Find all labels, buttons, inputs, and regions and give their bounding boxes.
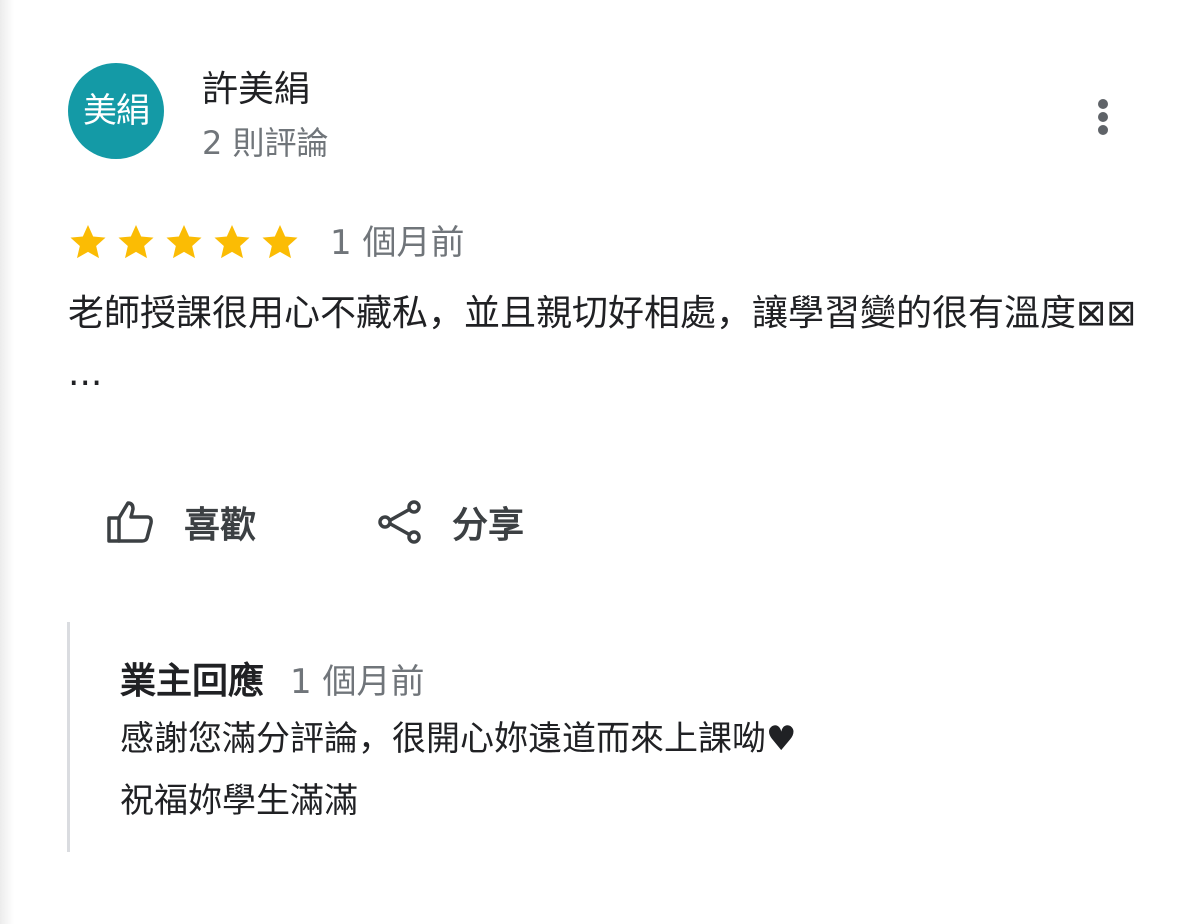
owner-reply-divider [67, 622, 70, 852]
star-icon [214, 225, 250, 259]
review-text: 老師授課很用心不藏私，並且親切好相處，讓學習變的很有溫度⊠⊠ ... [68, 293, 1137, 394]
like-button[interactable]: 喜歡 [104, 492, 256, 552]
star-icon [118, 225, 154, 259]
avatar[interactable]: 美絹 [68, 63, 164, 159]
like-label: 喜歡 [184, 505, 257, 546]
owner-reply-date: 1 個月前 [290, 662, 425, 702]
owner-reply-line: 祝福妳學生滿滿 [120, 781, 358, 821]
star-rating [68, 220, 308, 264]
star-icon [262, 225, 298, 259]
left-edge-shade [0, 0, 14, 924]
owner-reply-line: 感謝您滿分評論，很開心妳遠道而來上課呦♥ [120, 719, 797, 759]
review-date: 1 個月前 [330, 223, 465, 263]
share-icon [378, 500, 421, 544]
vertical-dots-icon [1098, 99, 1108, 109]
author-review-count: 2 則評論 [202, 124, 329, 162]
star-icon [70, 225, 106, 259]
owner-reply-header: 業主回應 1 個月前 [120, 652, 424, 702]
share-label: 分享 [452, 505, 525, 546]
owner-reply-text: 感謝您滿分評論，很開心妳遠道而來上課呦♥ 祝福妳學生滿滿 [120, 708, 1120, 832]
author-name[interactable]: 許美絹 [202, 68, 310, 112]
share-button[interactable]: 分享 [376, 492, 524, 552]
star-icon [166, 225, 202, 259]
thumb-up-icon [107, 501, 153, 543]
owner-reply-author: 業主回應 [120, 661, 265, 702]
more-options-button[interactable] [1084, 94, 1122, 140]
